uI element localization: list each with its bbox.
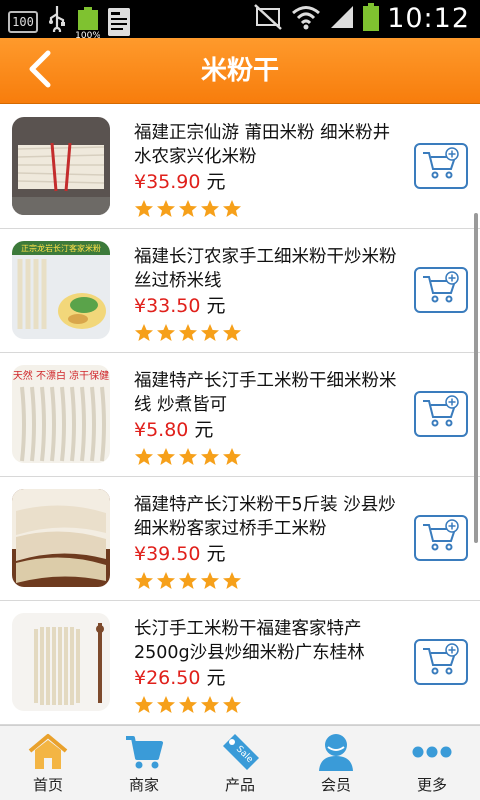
status-bar: 100 100% 10:12 — [0, 0, 480, 41]
star-icon — [178, 323, 198, 347]
star-icon — [156, 695, 176, 719]
star-icon — [200, 447, 220, 471]
cart-add-icon — [421, 643, 461, 681]
product-title[interactable]: 福建特产长汀米粉干5斤装 沙县炒细米粉客家过桥手工米粉 — [134, 493, 400, 541]
nav-more[interactable]: 更多 — [384, 726, 480, 800]
star-icon — [200, 323, 220, 347]
cart-icon — [122, 732, 166, 772]
product-thumbnail[interactable] — [12, 613, 110, 711]
wifi-icon — [291, 4, 321, 34]
battery-icon — [363, 3, 380, 35]
star-icon — [200, 199, 220, 223]
clock: 10:12 — [387, 3, 470, 34]
add-to-cart-button[interactable] — [414, 267, 468, 313]
cart-add-icon — [421, 395, 461, 433]
product-price: ¥26.50 元 — [134, 667, 226, 689]
bottom-nav: 首页 商家 Sale 产品 会员 更多 — [0, 725, 480, 800]
thumb-banner-text: 天然 不漂白 凉干保健 — [13, 369, 109, 382]
product-item[interactable]: 福建正宗仙游 莆田米粉 细米粉井水农家兴化米粉 ¥35.90 元 — [0, 105, 480, 229]
nav-label: 产品 — [224, 776, 255, 794]
product-title[interactable]: 福建正宗仙游 莆田米粉 细米粉井水农家兴化米粉 — [134, 121, 400, 169]
star-icon — [134, 571, 154, 595]
star-icon — [156, 447, 176, 471]
star-icon — [222, 323, 242, 347]
star-icon — [200, 695, 220, 719]
nav-label: 首页 — [32, 776, 63, 794]
document-icon — [108, 7, 130, 36]
nav-label: 更多 — [416, 776, 447, 794]
rating-stars — [134, 571, 242, 595]
product-price: ¥5.80 元 — [134, 419, 214, 441]
home-icon — [26, 732, 70, 772]
scrollbar[interactable] — [474, 213, 478, 543]
add-to-cart-button[interactable] — [414, 391, 468, 437]
star-icon — [156, 199, 176, 223]
member-icon — [314, 732, 358, 772]
cart-add-icon — [421, 519, 461, 557]
nav-label: 商家 — [128, 776, 159, 794]
add-to-cart-button[interactable] — [414, 143, 468, 189]
star-icon — [134, 695, 154, 719]
battery-100-icon: 100 — [8, 10, 38, 33]
thumb-banner-text: 正宗龙岩长汀客家米粉 — [21, 243, 101, 253]
battery-full-icon: 100% — [75, 6, 101, 41]
star-icon — [222, 199, 242, 223]
nav-merchants[interactable]: 商家 — [96, 726, 192, 800]
nav-label: 会员 — [320, 776, 351, 794]
star-icon — [134, 447, 154, 471]
star-icon — [134, 323, 154, 347]
product-title[interactable]: 福建特产长汀手工米粉干细米粉米线 炒煮皆可 — [134, 369, 400, 417]
cart-add-icon — [421, 271, 461, 309]
cart-add-icon — [421, 147, 461, 185]
rating-stars — [134, 695, 242, 719]
product-price: ¥33.50 元 — [134, 295, 226, 317]
product-title[interactable]: 长汀手工米粉干福建客家特产2500g沙县炒细米粉广东桂林 — [134, 617, 400, 665]
product-price: ¥35.90 元 — [134, 171, 226, 193]
star-icon — [178, 571, 198, 595]
star-icon — [200, 571, 220, 595]
product-item[interactable]: 长汀手工米粉干福建客家特产2500g沙县炒细米粉广东桂林 ¥26.50 元 — [0, 601, 480, 725]
product-thumbnail[interactable] — [12, 489, 110, 587]
rating-stars — [134, 323, 242, 347]
nav-member[interactable]: 会员 — [288, 726, 384, 800]
product-thumbnail[interactable]: 正宗龙岩长汀客家米粉 — [12, 241, 110, 339]
sale-tag-icon: Sale — [218, 732, 262, 772]
star-icon — [222, 571, 242, 595]
page-title: 米粉干 — [200, 56, 279, 86]
product-price: ¥39.50 元 — [134, 543, 226, 565]
product-item[interactable]: 福建特产长汀米粉干5斤装 沙县炒细米粉客家过桥手工米粉 ¥39.50 元 — [0, 477, 480, 601]
star-icon — [156, 323, 176, 347]
star-icon — [134, 199, 154, 223]
star-icon — [222, 695, 242, 719]
product-list[interactable]: 福建正宗仙游 莆田米粉 细米粉井水农家兴化米粉 ¥35.90 元 正宗龙岩长汀客家… — [0, 105, 480, 725]
rating-stars — [134, 447, 242, 471]
add-to-cart-button[interactable] — [414, 639, 468, 685]
star-icon — [178, 447, 198, 471]
usb-icon — [48, 4, 66, 39]
nav-products[interactable]: Sale 产品 — [192, 726, 288, 800]
product-thumbnail[interactable]: 天然 不漂白 凉干保健 — [12, 365, 110, 463]
app-header: 米粉干 — [0, 38, 480, 104]
product-item[interactable]: 天然 不漂白 凉干保健 福建特产长汀手工米粉干细米粉米线 炒煮皆可 ¥5.80 元 — [0, 353, 480, 477]
star-icon — [222, 447, 242, 471]
signal-icon — [329, 4, 355, 34]
product-title[interactable]: 福建长汀农家手工细米粉干炒米粉丝过桥米线 — [134, 245, 400, 293]
rating-stars — [134, 199, 242, 223]
more-icon — [410, 732, 454, 772]
product-thumbnail[interactable] — [12, 117, 110, 215]
star-icon — [178, 199, 198, 223]
mute-icon — [253, 3, 283, 35]
add-to-cart-button[interactable] — [414, 515, 468, 561]
star-icon — [156, 571, 176, 595]
product-item[interactable]: 正宗龙岩长汀客家米粉 福建长汀农家手工细米粉干炒米粉丝过桥米线 ¥33.50 元 — [0, 229, 480, 353]
star-icon — [178, 695, 198, 719]
nav-home[interactable]: 首页 — [0, 726, 96, 800]
